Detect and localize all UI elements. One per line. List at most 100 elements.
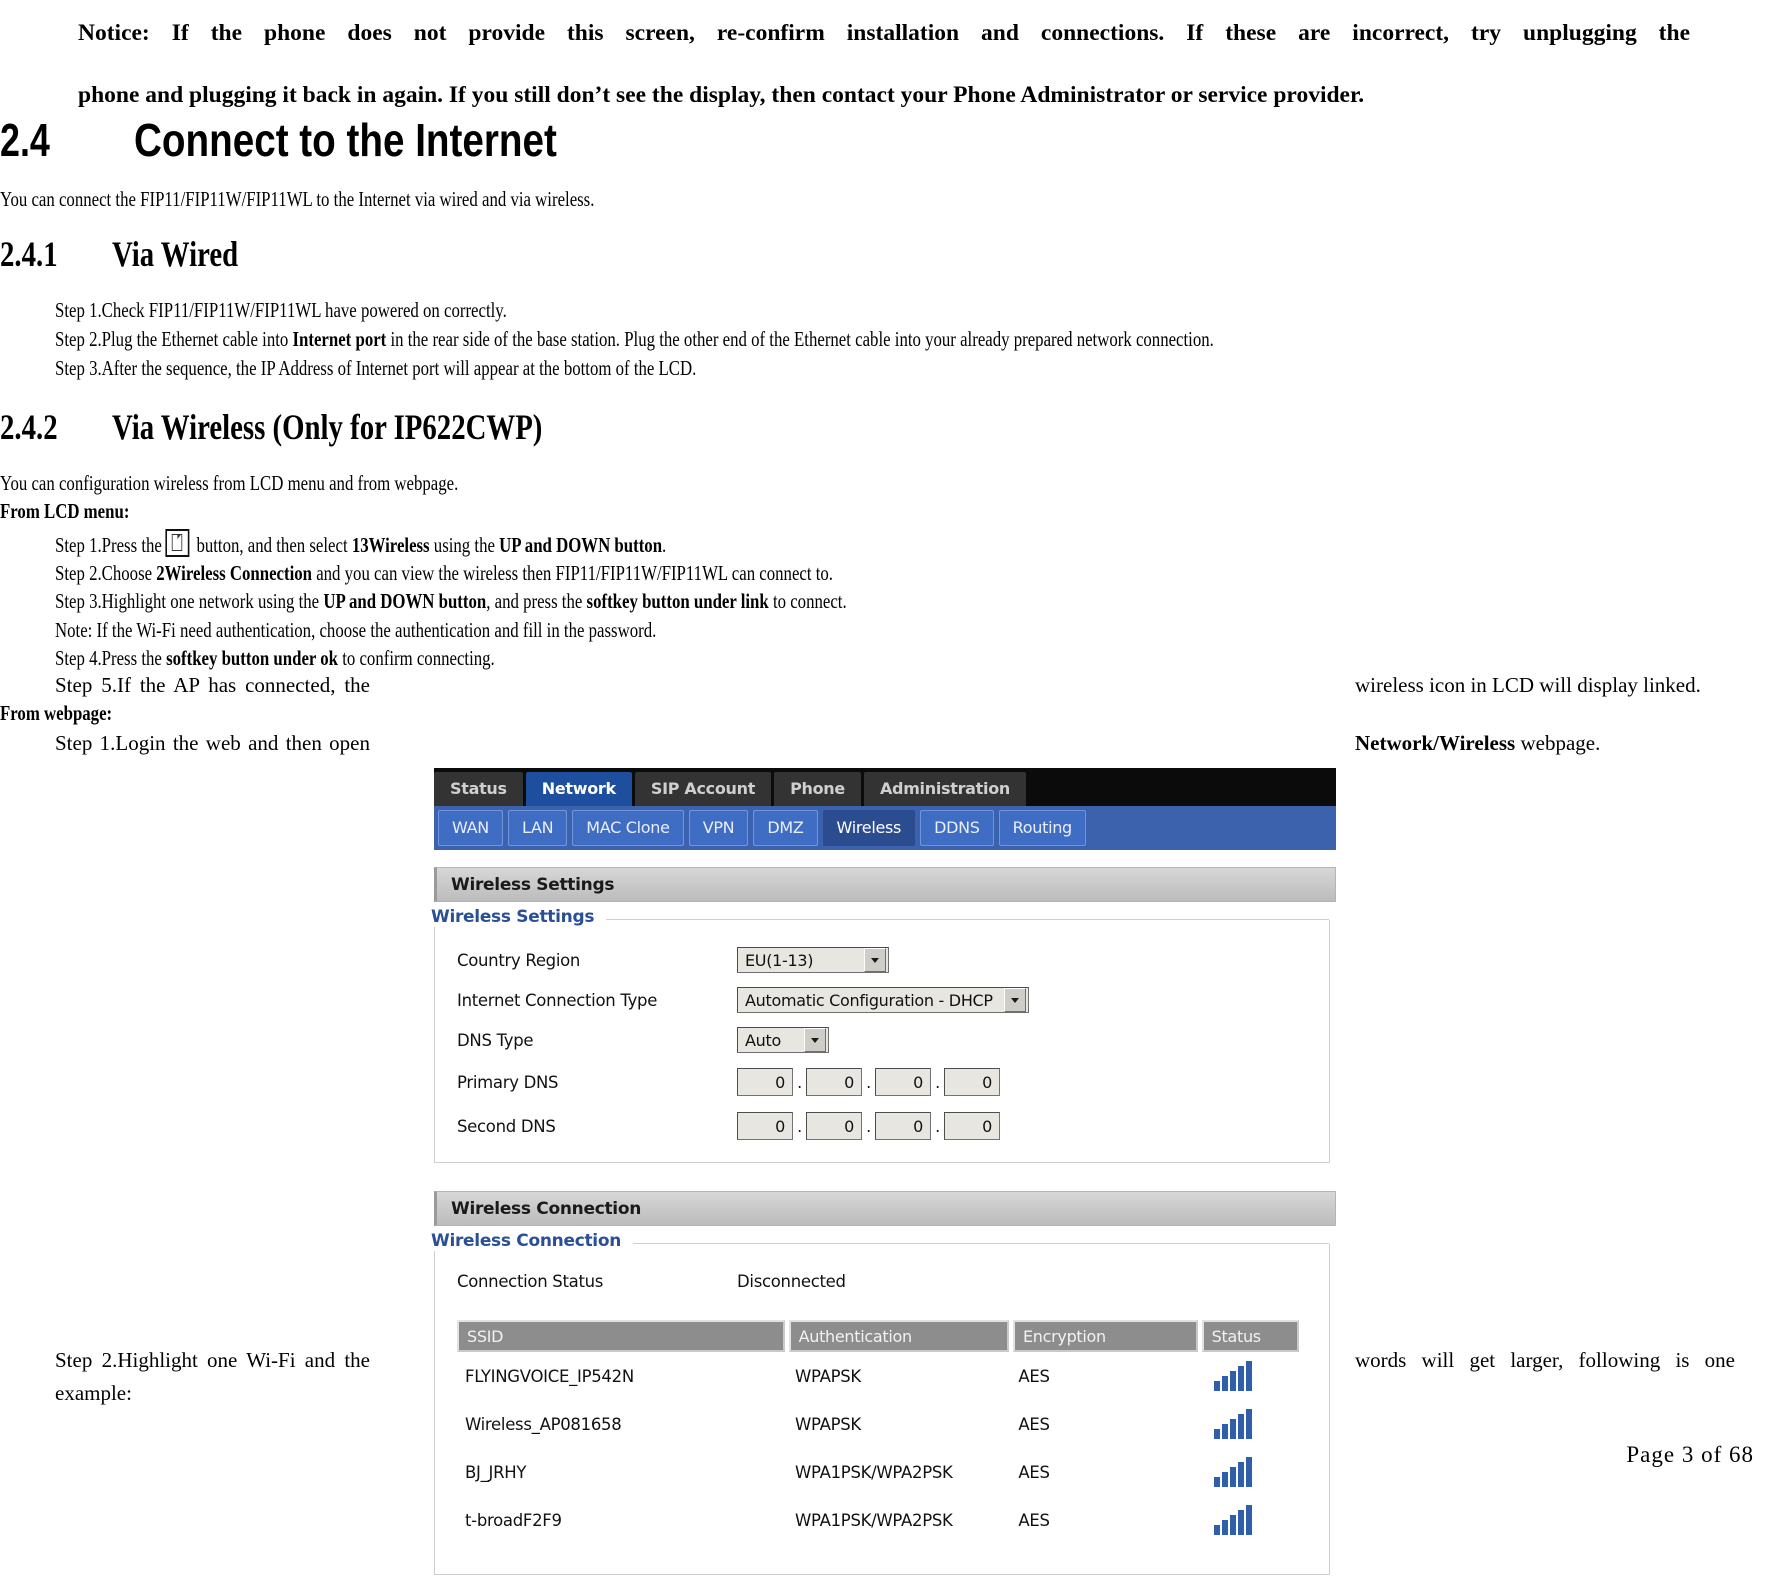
webpage-step-1-right: Network/Wireless webpage. xyxy=(1355,728,1735,758)
lcd-step-1-d: using the xyxy=(429,533,500,557)
wired-step-2-a: Step 2.Plug the Ethernet cable into xyxy=(55,327,293,351)
row-authentication: WPA1PSK/WPA2PSK xyxy=(795,1462,953,1482)
wired-step-3: Step 3.After the sequence, the IP Addres… xyxy=(55,356,697,380)
ip-dot: . xyxy=(935,1072,940,1092)
dns-type-value: Auto xyxy=(745,1030,781,1050)
signal-bars-icon xyxy=(1206,1505,1295,1535)
wireless-connection-section-bar: Wireless Connection xyxy=(434,1191,1336,1226)
intro-wired-text: You can connect the FIP11/FIP11W/FIP11WL… xyxy=(0,187,595,211)
heading-2-4-2-title: Via Wireless (Only for IP622CWP) xyxy=(112,407,543,447)
wifi-networks-table: SSID Authentication Encryption Status FL… xyxy=(457,1320,1299,1544)
table-row[interactable]: Wireless_AP081658 WPAPSK AES xyxy=(457,1400,1299,1448)
wireless-connection-panel: Wireless Connection Connection Status Di… xyxy=(431,1231,1336,1581)
primary-dns-octet-2[interactable]: 0 xyxy=(806,1068,862,1096)
tab-network[interactable]: Network xyxy=(525,772,632,806)
lcd-step-3: Step 3.Highlight one network using the U… xyxy=(55,588,1045,615)
row-encryption: AES xyxy=(1018,1462,1050,1482)
lcd-step-3-c: , and press the xyxy=(486,589,587,613)
second-dns-octet-1[interactable]: 0 xyxy=(737,1112,793,1140)
lcd-step-2: Step 2.Choose 2Wireless Connection and y… xyxy=(55,560,1028,587)
webpage-step-2-right: words will get larger, following is one xyxy=(1355,1348,1735,1372)
wireless-settings-legend: Wireless Settings xyxy=(431,907,607,927)
tab-administration[interactable]: Administration xyxy=(863,772,1026,806)
tab-status[interactable]: Status xyxy=(434,772,523,806)
row-authentication: WPAPSK xyxy=(795,1414,861,1434)
lcd-step-3-e: to connect. xyxy=(768,589,847,613)
primary-dns-label: Primary DNS xyxy=(457,1072,559,1092)
notice-line-1: Notice: If the phone does not provide th… xyxy=(78,20,1690,46)
lcd-step-2-bold: 2Wireless Connection xyxy=(156,561,312,585)
second-dns-octet-2[interactable]: 0 xyxy=(806,1112,862,1140)
internet-connection-type-label: Internet Connection Type xyxy=(457,990,658,1010)
heading-2-4-number: 2.4 xyxy=(0,114,50,166)
heading-2-4-title: Connect to the Internet xyxy=(133,114,557,166)
lcd-step-1-button: UP and DOWN button xyxy=(499,533,663,557)
notice-paragraph: Notice: If the phone does not provide th… xyxy=(78,2,1690,126)
primary-dns-octet-4[interactable]: 0 xyxy=(944,1068,1000,1096)
ip-dot: . xyxy=(797,1072,802,1092)
chevron-down-icon[interactable] xyxy=(864,948,886,972)
second-dns-octet-4[interactable]: 0 xyxy=(944,1112,1000,1140)
lcd-step-3-a: Step 3.Highlight one network using the xyxy=(55,589,324,613)
internet-connection-type-select[interactable]: Automatic Configuration - DHCP xyxy=(737,987,1029,1013)
table-row[interactable]: t-broadF2F9 WPA1PSK/WPA2PSK AES xyxy=(457,1496,1299,1544)
primary-dns-octet-3[interactable]: 0 xyxy=(875,1068,931,1096)
lcd-step-1: Step 1.Press the button, and then select… xyxy=(55,529,819,559)
page-title: 2.4 Connect to the Internet xyxy=(0,113,637,167)
subtab-lan[interactable]: LAN xyxy=(507,810,568,846)
chevron-down-icon[interactable] xyxy=(804,1028,826,1052)
chevron-down-icon[interactable] xyxy=(1004,988,1026,1012)
lcd-step-1-a: Step 1.Press the xyxy=(55,533,162,557)
lcd-step-5-left: Step 5.If the AP has connected, the xyxy=(55,673,370,697)
row-encryption: AES xyxy=(1018,1414,1050,1434)
subtab-routing[interactable]: Routing xyxy=(998,810,1086,846)
wireless-connection-legend: Wireless Connection xyxy=(431,1231,634,1251)
webpage-step-1-right-bold: Network/Wireless xyxy=(1355,731,1516,755)
intro-wireless-text: You can configuration wireless from LCD … xyxy=(0,471,459,495)
row-authentication: WPA1PSK/WPA2PSK xyxy=(795,1510,953,1530)
table-row[interactable]: FLYINGVOICE_IP542N WPAPSK AES xyxy=(457,1352,1299,1400)
row-encryption: AES xyxy=(1018,1366,1050,1386)
second-dns-row: Second DNS 0 . 0 . 0 . 0 xyxy=(435,1104,1329,1148)
connection-status-value: Disconnected xyxy=(737,1271,846,1291)
primary-dns-octet-1[interactable]: 0 xyxy=(737,1068,793,1096)
primary-dns-input-group: 0 . 0 . 0 . 0 xyxy=(737,1068,1000,1096)
heading-2-4-1-title: Via Wired xyxy=(112,234,239,274)
ip-dot: . xyxy=(866,1116,871,1136)
row-ssid: BJ_JRHY xyxy=(465,1462,527,1482)
wired-step-1: Step 1.Check FIP11/FIP11W/FIP11WL have p… xyxy=(55,298,507,322)
table-row[interactable]: BJ_JRHY WPA1PSK/WPA2PSK AES xyxy=(457,1448,1299,1496)
wifi-table-header: SSID Authentication Encryption Status xyxy=(457,1320,1299,1352)
lcd-step-4-bold: softkey button under ok xyxy=(166,646,338,670)
row-ssid: Wireless_AP081658 xyxy=(465,1414,622,1434)
second-dns-octet-3[interactable]: 0 xyxy=(875,1112,931,1140)
lcd-step-1-f: . xyxy=(662,533,667,557)
subtab-wan[interactable]: WAN xyxy=(438,810,503,846)
ip-dot: . xyxy=(866,1072,871,1092)
wired-step-2-bold: Internet port xyxy=(292,327,387,351)
subtab-ddns[interactable]: DDNS xyxy=(920,810,994,846)
subtab-wireless[interactable]: Wireless xyxy=(822,810,916,846)
lcd-note: Note: If the Wi-Fi need authentication, … xyxy=(55,618,657,642)
tab-sip-account[interactable]: SIP Account xyxy=(634,772,772,806)
second-dns-label: Second DNS xyxy=(457,1116,556,1136)
row-ssid: t-broadF2F9 xyxy=(465,1510,562,1530)
from-lcd-menu-label: From LCD menu: xyxy=(0,499,130,523)
embedded-router-webui-screenshot: Status Network SIP Account Phone Adminis… xyxy=(431,768,1336,1581)
subtab-vpn[interactable]: VPN xyxy=(688,810,749,846)
country-region-select[interactable]: EU(1-13) xyxy=(737,947,889,973)
page-footer: Page 3 of 68 xyxy=(1626,1442,1754,1467)
dns-type-select[interactable]: Auto xyxy=(737,1027,829,1053)
row-encryption: AES xyxy=(1018,1510,1050,1530)
internet-connection-type-value: Automatic Configuration - DHCP xyxy=(745,990,993,1010)
webpage-step-2-left-line-1: Step 2.Highlight one Wi-Fi and the xyxy=(55,1348,370,1372)
subtab-dmz[interactable]: DMZ xyxy=(753,810,818,846)
dns-type-row: DNS Type Auto xyxy=(435,1020,1329,1060)
row-ssid: FLYINGVOICE_IP542N xyxy=(465,1366,634,1386)
signal-bars-icon xyxy=(1206,1457,1295,1487)
document-icon xyxy=(165,529,190,557)
subtab-mac-clone[interactable]: MAC Clone xyxy=(572,810,684,846)
lcd-step-3-d: softkey button under link xyxy=(586,589,769,613)
lcd-step-2-c: and you can view the wireless then FIP11… xyxy=(311,561,833,585)
tab-phone[interactable]: Phone xyxy=(774,772,861,806)
